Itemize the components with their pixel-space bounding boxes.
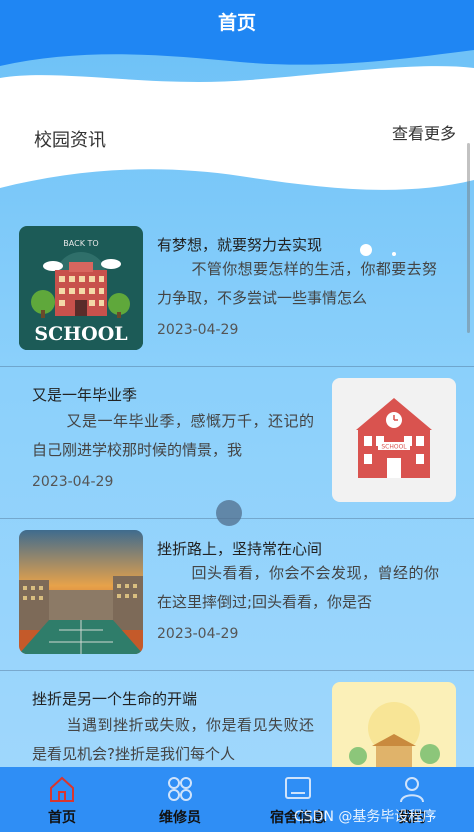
news-summary: 回头看看，你会不会发现，曾经的你在这里摔倒过;回头看看，你是否: [157, 564, 439, 611]
news-date: 2023-04-29: [32, 474, 114, 490]
tab-repairman[interactable]: 维修员: [121, 767, 239, 832]
dorm-info-icon: [285, 777, 311, 799]
sparkle-dot: [74, 88, 78, 92]
home-icon: [50, 776, 74, 802]
news-title: 挫折是另一个生命的开端: [32, 690, 198, 708]
section-title: 校园资讯: [34, 130, 106, 151]
news-item[interactable]: 挫折路上，坚持常在心间 回头看看，你会不会发现，曾经的你在这里摔倒过;回头看看，…: [0, 520, 474, 671]
view-more-link[interactable]: 查看更多: [392, 120, 456, 144]
news-item[interactable]: 挫折是另一个生命的开端 当遇到挫折或失败，你是看见失败还是看见机会?挫折是我们每…: [0, 672, 474, 767]
image-caption-top: BACK TO: [63, 239, 98, 248]
news-date: 2023-04-29: [157, 322, 239, 338]
tab-home[interactable]: 首页: [3, 767, 121, 832]
news-date: 2023-04-29: [157, 626, 239, 642]
grid-icon: [168, 777, 192, 801]
news-item[interactable]: BACK TO SCHOOL 有梦想，就要努力去实现 不管你想要怎样的生活，你都…: [0, 216, 474, 367]
user-icon: [400, 777, 424, 803]
main-content[interactable]: 校园资讯 查看更多 BACK TO SCHOOL 有梦想，就要努力去实现 不管你…: [0, 48, 474, 767]
news-title: 又是一年毕业季: [32, 386, 138, 404]
page-title: 首页: [0, 0, 474, 48]
campus-illustration: [332, 682, 456, 767]
watermark-text: CSDN @基务毕设程序: [294, 809, 437, 825]
school-sign-text: SCHOOL: [381, 444, 407, 451]
sparkle-dot: [44, 84, 56, 96]
news-title: 有梦想，就要努力去实现: [157, 236, 323, 254]
back-to-school-illustration: BACK TO SCHOOL: [19, 226, 143, 350]
tab-label: 首页: [48, 810, 76, 826]
news-summary: 当遇到挫折或失败，你是看见失败还是看见机会?挫折是我们每个人: [32, 716, 314, 763]
tab-label: 维修员: [159, 810, 201, 826]
news-summary: 不管你想要怎样的生活，你都要去努力争取，不多尝试一些事情怎么: [157, 260, 437, 307]
floating-drag-handle[interactable]: [216, 500, 242, 526]
news-item[interactable]: 又是一年毕业季 又是一年毕业季，感慨万千，还记的自己刚进学校那时候的情景，我 2…: [0, 368, 474, 519]
news-title: 挫折路上，坚持常在心间: [157, 540, 323, 558]
news-summary: 又是一年毕业季，感慨万千，还记的自己刚进学校那时候的情景，我: [32, 412, 314, 459]
school-building-icon: SCHOOL: [332, 378, 456, 502]
image-caption-main: SCHOOL: [34, 323, 127, 345]
campus-sunset-photo: [19, 530, 143, 654]
